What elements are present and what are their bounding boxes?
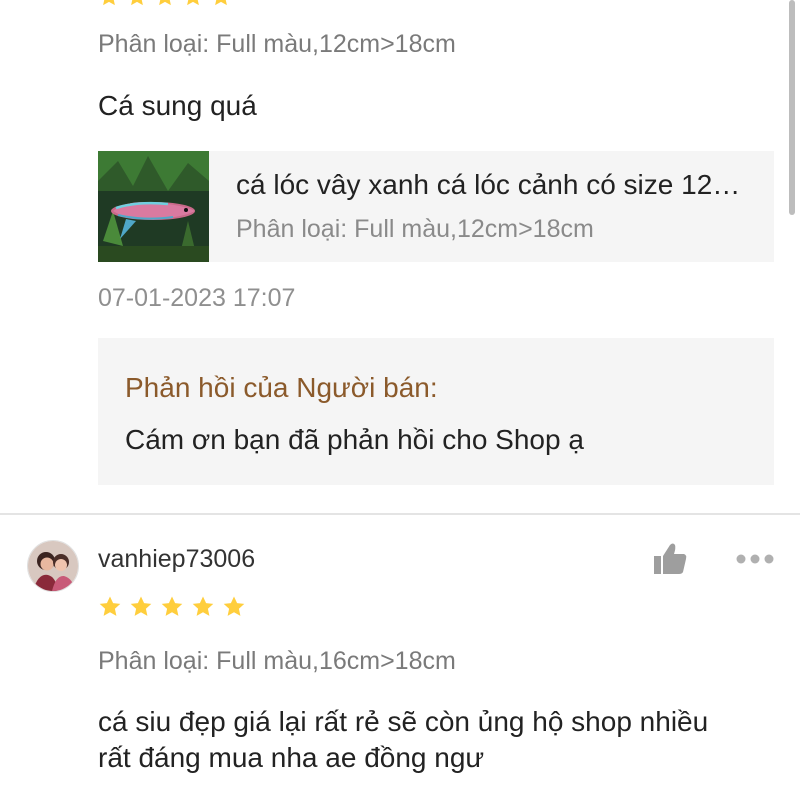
star-icon	[215, 0, 227, 6]
star-icon	[130, 596, 152, 616]
review-timestamp: 07-01-2023 17:07	[98, 284, 296, 312]
product-name: cá lóc vây xanh cá lóc cảnh có size 12cm…	[236, 169, 746, 200]
star-icon	[223, 596, 245, 616]
rating-stars	[98, 595, 246, 619]
rating-stars	[98, 0, 232, 8]
seller-reply-text: Cám ơn bạn đã phản hồi cho Shop ạ	[125, 424, 584, 455]
review-comment-line: rất đáng mua nha ae đồng ngư	[98, 742, 485, 773]
avatar-photo-icon	[28, 541, 78, 591]
star-icon	[131, 0, 143, 6]
star-icon	[187, 0, 199, 6]
product-card[interactable]: cá lóc vây xanh cá lóc cảnh có size 12cm…	[98, 151, 774, 262]
seller-reply-title: Phản hồi của Người bán:	[125, 372, 438, 403]
product-variation: Phân loại: Full màu,12cm>18cm	[236, 215, 594, 243]
star-icon	[99, 596, 121, 616]
review-variation: Phân loại: Full màu,12cm>18cm	[98, 30, 456, 58]
review-comment: Cá sung quá	[98, 90, 257, 121]
review-variation: Phân loại: Full màu,16cm>18cm	[98, 647, 456, 675]
divider	[0, 513, 800, 515]
star-icon	[159, 0, 171, 6]
star-icon	[161, 596, 183, 616]
more-dots-icon[interactable]	[736, 553, 774, 565]
star-icon	[192, 596, 214, 616]
reviewer-username[interactable]: vanhiep73006	[98, 545, 255, 574]
fish-photo-icon	[98, 151, 209, 262]
review-comment-line: cá siu đẹp giá lại rất rẻ sẽ còn ủng hộ …	[98, 706, 709, 737]
star-icon	[103, 0, 115, 6]
seller-reply: Phản hồi của Người bán: Cám ơn bạn đã ph…	[98, 338, 774, 485]
avatar[interactable]	[27, 540, 79, 592]
scrollbar[interactable]	[789, 0, 795, 215]
thumbs-up-icon[interactable]	[652, 542, 688, 576]
